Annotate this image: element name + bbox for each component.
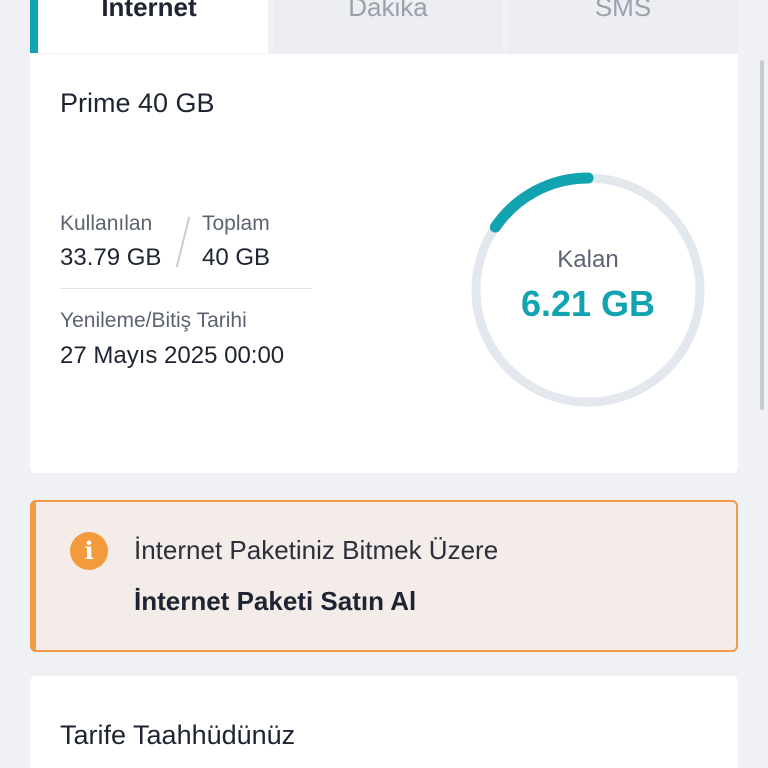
tab-minutes-label: Dakika	[348, 0, 428, 22]
tab-sms-label: SMS	[594, 0, 652, 22]
total-label: Toplam	[202, 212, 270, 235]
remaining-ring: Kalan 6.21 GB	[469, 171, 707, 409]
total-value: 40 GB	[202, 244, 271, 271]
remaining-value: 6.21 GB	[520, 283, 656, 324]
commitment-card[interactable]: Tarife Taahhüdünüz	[30, 676, 738, 768]
remaining-label: Kalan	[557, 246, 619, 273]
renewal-label: Yenileme/Bitiş Tarihi	[60, 309, 247, 332]
used-value: 33.79 GB	[60, 244, 162, 271]
renewal-value: 27 Mayıs 2025 00:00	[60, 342, 285, 369]
commitment-title: Tarife Taahhüdünüz	[60, 720, 296, 750]
buy-internet-package-link[interactable]: İnternet Paketi Satın Al	[134, 586, 416, 617]
tab-sms[interactable]: SMS	[508, 0, 738, 53]
stats-divider	[60, 288, 312, 289]
tab-minutes[interactable]: Dakika	[274, 0, 502, 53]
package-title: Prime 40 GB	[60, 88, 215, 118]
tab-internet-label: İnternet	[101, 0, 197, 22]
stat-separator	[175, 216, 191, 268]
tab-internet[interactable]: İnternet	[30, 0, 268, 53]
app-screen: İnternet Dakika SMS Prime 40 GB Kullanıl…	[0, 0, 768, 768]
active-tab-indicator	[30, 0, 38, 53]
scrollbar[interactable]	[760, 60, 764, 410]
package-card: Prime 40 GB Kullanılan 33.79 GB Toplam 4…	[30, 54, 738, 473]
info-icon: i	[70, 532, 108, 570]
package-warning-banner: i İnternet Paketiniz Bitmek Üzere İntern…	[30, 500, 738, 652]
used-label: Kullanılan	[60, 212, 153, 235]
usage-tabs: İnternet Dakika SMS	[30, 0, 738, 53]
warning-message: İnternet Paketiniz Bitmek Üzere	[134, 535, 499, 565]
